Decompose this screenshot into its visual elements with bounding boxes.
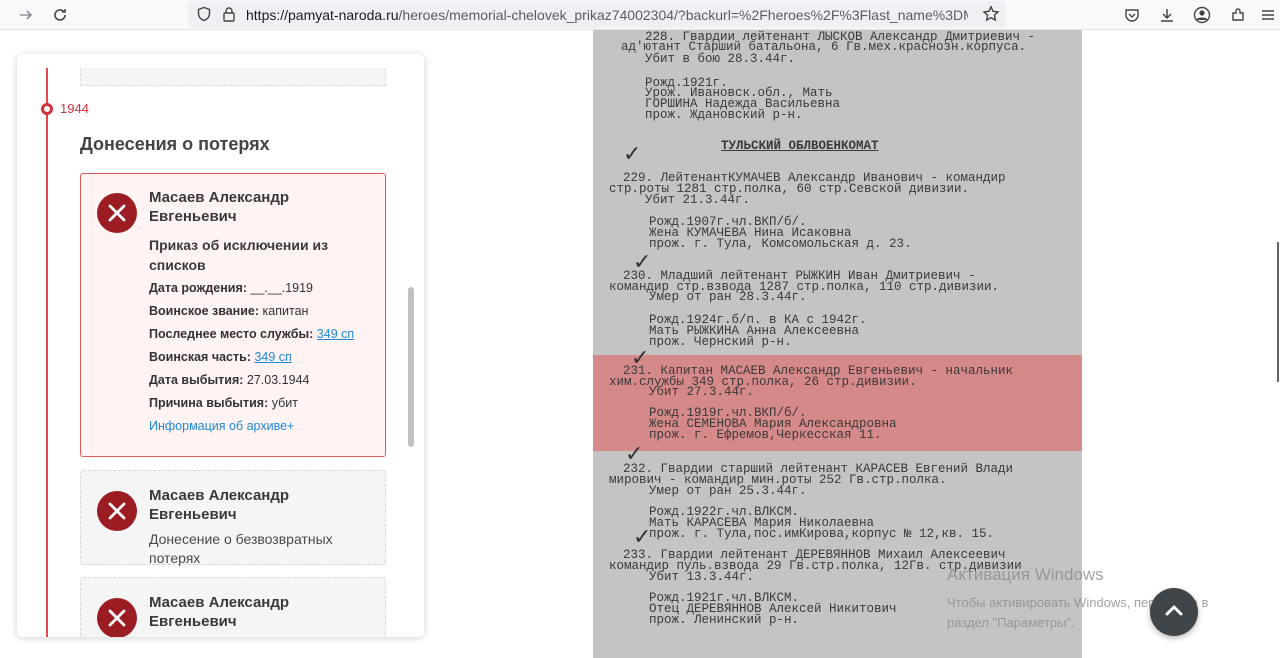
shield-icon[interactable]: [196, 6, 212, 27]
card-body: Масаев Александр Евгеньевич Донесение о …: [149, 593, 373, 637]
killed-x-icon: [97, 193, 137, 233]
active-record-card[interactable]: Масаев Александр Евгеньевич Приказ об ис…: [80, 173, 386, 457]
checkmark-icon: ✓: [625, 442, 644, 467]
killed-x-icon: [97, 598, 137, 637]
previous-card-stub[interactable]: [80, 68, 386, 86]
leave-date-value: 27.03.1944: [246, 373, 310, 387]
rank-value: капитан: [262, 304, 309, 318]
document-type: Донесение о безвозвратных потерях: [149, 531, 333, 566]
scan-line: Убит 13.3.44г.: [649, 570, 755, 584]
card-body: Масаев Александр Евгеньевич Донесение о …: [149, 486, 373, 568]
scan-line: Умер от ран 28.3.44г.: [649, 290, 807, 304]
scan-line: ТУЛЬСКИЙ ОБЛВОЕНКОМАТ: [721, 139, 879, 153]
scan-line: прож. Чернский р-н.: [649, 335, 792, 349]
url-path: /heroes/memorial-chelovek_prikaz74002304…: [398, 7, 968, 23]
scroll-to-top-button[interactable]: [1150, 588, 1198, 636]
reason-label: Причина выбытия:: [149, 396, 269, 410]
extensions-icon[interactable]: [1226, 3, 1250, 27]
scan-line: Умер от ран 25.3.44г.: [649, 484, 807, 498]
checkmark-icon: ✓: [633, 525, 652, 550]
bookmark-star-icon[interactable]: [982, 5, 1000, 28]
page-content: 1944 Донесения о потерях Масаев Александ…: [0, 30, 1280, 658]
document-scan[interactable]: 228. Гвардии лейтенант ЛЫСКОВ Александр …: [593, 30, 1082, 658]
timeline-year-dot: [41, 103, 53, 115]
rank-row: Воинское звание: капитан: [149, 300, 373, 323]
rank-label: Воинское звание:: [149, 304, 260, 318]
reload-icon[interactable]: [48, 3, 72, 27]
scan-line: прож. г. Тула, Комсомольская д. 23.: [649, 237, 912, 251]
panel-scrollbar-thumb[interactable]: [408, 287, 414, 447]
checkmark-icon: ✓: [631, 346, 650, 371]
checkmark-icon: ✓: [623, 142, 642, 167]
scan-line: прож. Ждановский р-н.: [645, 108, 803, 122]
url-host: https://pamyat-naroda.ru: [246, 7, 399, 23]
last-service-link[interactable]: 349 сп: [317, 327, 354, 341]
lock-icon[interactable]: [222, 6, 236, 27]
leave-date-row: Дата выбытия: 27.03.1944: [149, 369, 373, 392]
account-icon[interactable]: [1190, 3, 1214, 27]
section-title: Донесения о потерях: [80, 134, 270, 154]
url-text[interactable]: https://pamyat-naroda.ru/heroes/memorial…: [246, 7, 968, 23]
unit-link[interactable]: 349 сп: [254, 350, 291, 364]
checkmark-icon: ✓: [633, 250, 652, 275]
address-bar[interactable]: https://pamyat-naroda.ru/heroes/memorial…: [188, 1, 1006, 28]
scan-line: прож. Ленинский р-н.: [649, 613, 800, 627]
card-body: Масаев Александр Евгеньевич Приказ об ис…: [149, 188, 373, 438]
person-name: Масаев Александр Евгеньевич: [149, 594, 290, 630]
chevron-up-icon: [1164, 603, 1184, 622]
pocket-icon[interactable]: [1120, 3, 1144, 27]
leave-date-label: Дата выбытия:: [149, 373, 244, 387]
unit-row: Воинская часть: 349 сп: [149, 346, 373, 369]
birth-date-value: __.__.1919: [250, 281, 313, 295]
browser-toolbar: https://pamyat-naroda.ru/heroes/memorial…: [0, 0, 1280, 30]
reason-value: убит: [271, 396, 298, 410]
reason-row: Причина выбытия: убит: [149, 392, 373, 415]
results-panel: 1944 Донесения о потерях Масаев Александ…: [17, 54, 424, 637]
scan-line: Убит в бою 28.3.44г.: [645, 52, 796, 66]
birth-date-label: Дата рождения:: [149, 281, 247, 295]
watermark-title: Активация Windows: [947, 565, 1104, 584]
scan-line: прож. г. Тула,пос.имКирова,корпус № 12,к…: [649, 527, 995, 541]
last-service-row: Последнее место службы: 349 сп: [149, 323, 373, 346]
menu-icon[interactable]: [1256, 3, 1280, 27]
document-type: Приказ об исключении из списков: [149, 237, 329, 273]
record-card[interactable]: Масаев Александр Евгеньевич Донесение о …: [80, 577, 386, 637]
page-scrollbar[interactable]: [1277, 242, 1279, 382]
unit-label: Воинская часть:: [149, 350, 251, 364]
timeline-line: [46, 68, 48, 637]
killed-x-icon: [97, 491, 137, 531]
scan-line: прож. г. Ефремов,Черкесская 11.: [649, 428, 882, 442]
person-name: Масаев Александр Евгеньевич: [149, 487, 290, 523]
person-name: Масаев Александр Евгеньевич: [149, 189, 290, 225]
archive-info-link[interactable]: Информация об архиве+: [149, 415, 373, 438]
birth-date-row: Дата рождения: __.__.1919: [149, 277, 373, 300]
record-card[interactable]: Масаев Александр Евгеньевич Донесение о …: [80, 470, 386, 568]
scan-line: Убит 27.3.44г.: [649, 385, 755, 399]
scan-line: Убит 21.3.44г.: [645, 193, 751, 207]
download-icon[interactable]: [1155, 3, 1179, 27]
forward-icon[interactable]: [14, 3, 38, 27]
timeline-year: 1944: [60, 101, 89, 116]
last-service-label: Последнее место службы:: [149, 327, 314, 341]
